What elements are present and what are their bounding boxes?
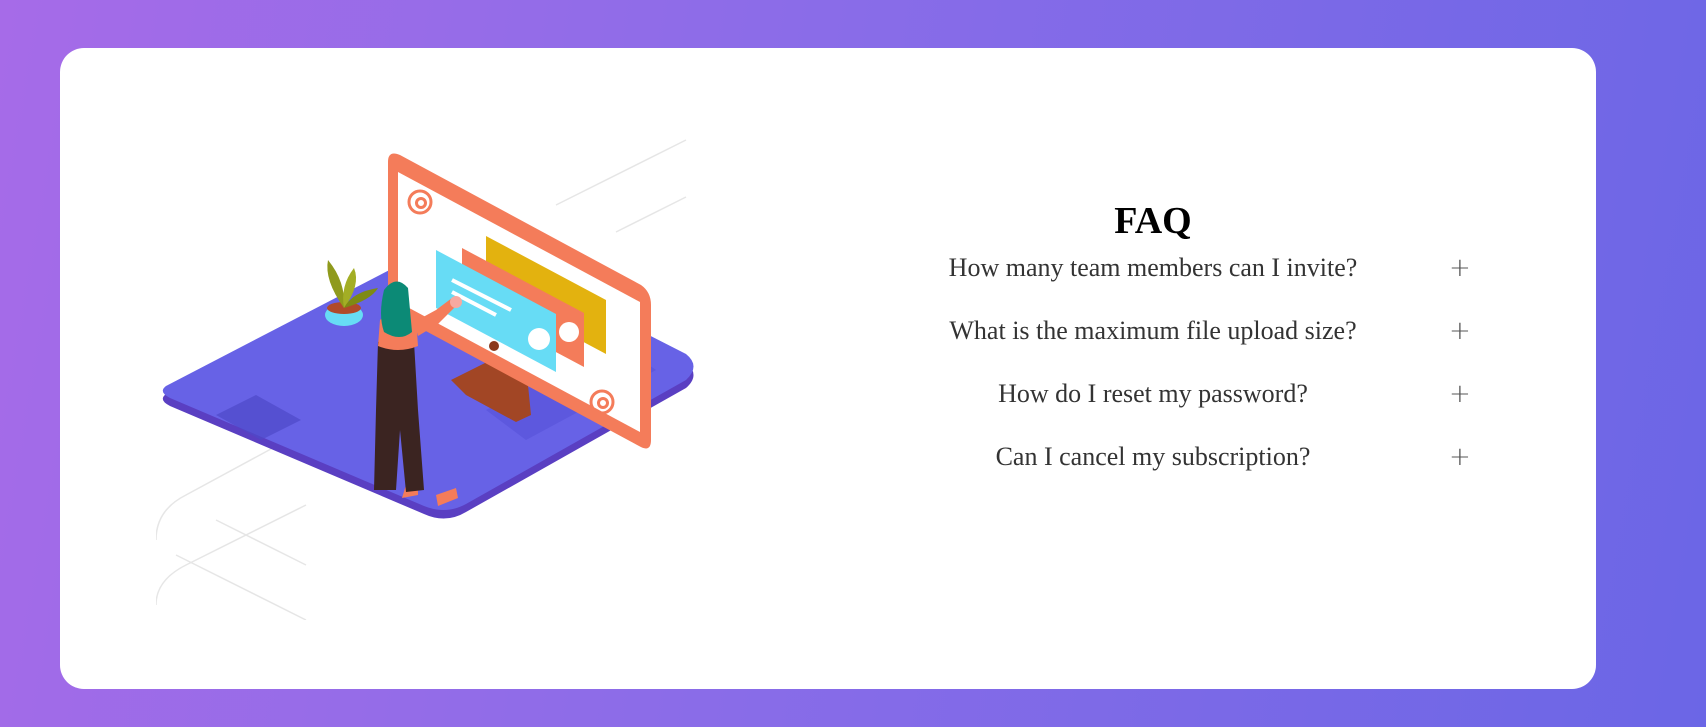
monitor-camera	[489, 341, 499, 351]
faq-question[interactable]: What is the maximum file upload size?	[888, 313, 1418, 349]
faq-item[interactable]: How do I reset my password? +	[888, 376, 1471, 439]
faq-list: How many team members can I invite? + Wh…	[888, 250, 1471, 502]
faq-item[interactable]: What is the maximum file upload size? +	[888, 313, 1470, 376]
faq-section: FAQ How many team members can I invite? …	[888, 198, 1471, 502]
faq-card: FAQ How many team members can I invite? …	[60, 48, 1596, 689]
message-card-cyan-dot	[528, 328, 550, 350]
person-at-computer-illustration	[156, 139, 694, 620]
faq-item[interactable]: Can I cancel my subscription? +	[888, 439, 1471, 502]
expand-plus-icon[interactable]: +	[1449, 313, 1471, 349]
faq-title: FAQ	[1114, 200, 1192, 242]
faq-question[interactable]: How many team members can I invite?	[888, 250, 1418, 286]
expand-plus-icon[interactable]: +	[1449, 376, 1471, 412]
faq-question[interactable]: Can I cancel my subscription?	[888, 439, 1418, 475]
faq-item[interactable]: How many team members can I invite? +	[888, 250, 1471, 313]
message-card-orange-dot	[559, 322, 579, 342]
expand-plus-icon[interactable]: +	[1449, 250, 1471, 286]
expand-plus-icon[interactable]: +	[1449, 439, 1471, 475]
faq-question[interactable]: How do I reset my password?	[888, 376, 1418, 412]
